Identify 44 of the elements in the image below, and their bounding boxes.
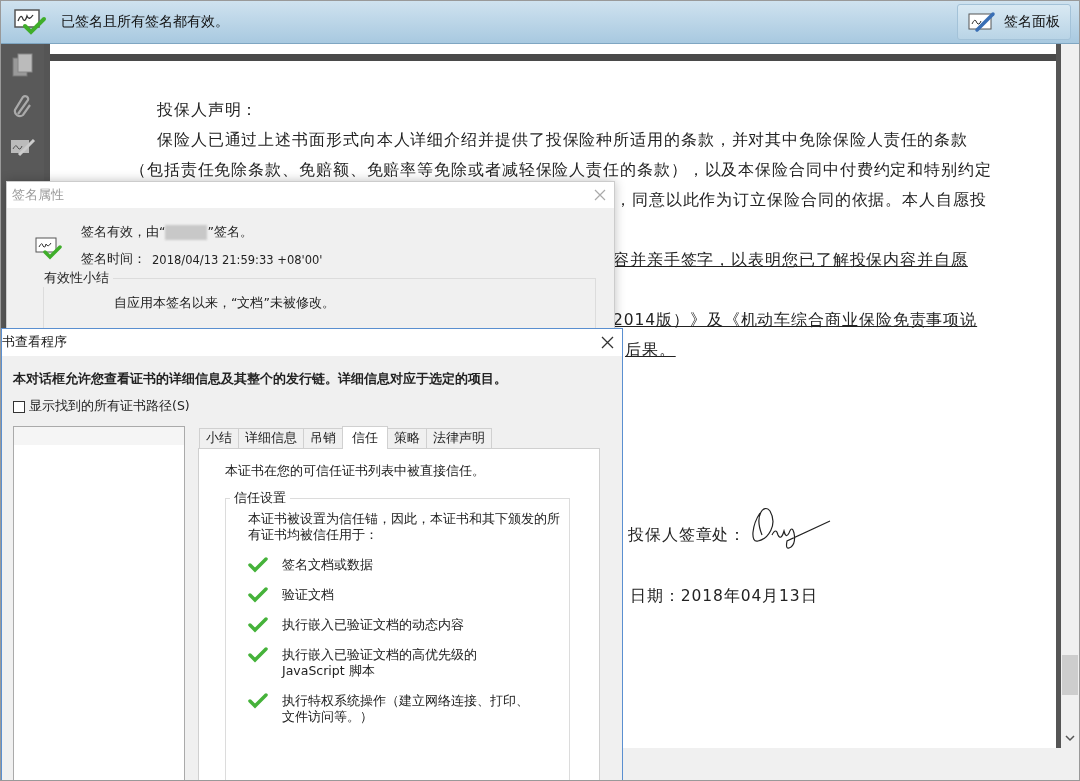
dialog-description: 本对话框允许您查看证书的详细信息及其整个的发行链。详细信息对应于选定的项目。 [13, 370, 508, 388]
permission-text: 执行嵌入已验证文档的高优先级的JavaScript 脚本 [282, 647, 478, 679]
permission-text: 执行特权系统操作（建立网络连接、打印、文件访问等。） [282, 693, 530, 725]
validity-summary: 自应用本签名以来，“文档”未被修改。 [114, 295, 335, 310]
pen-signature-icon [968, 11, 996, 33]
trust-statement: 本证书在您的可信任证书列表中被直接信任。 [225, 463, 486, 480]
tab[interactable]: 法律声明 [426, 428, 492, 448]
signature-check-icon [35, 236, 63, 262]
tab[interactable]: 小结 [199, 428, 239, 448]
signature-status-text: ”签名。 [207, 224, 253, 241]
checkbox[interactable] [13, 400, 25, 413]
document-text: 2014版）》及《机动车综合商业保险免责事项说 [613, 311, 978, 329]
blurred-name [165, 225, 208, 240]
pages-icon[interactable] [10, 52, 35, 78]
document-text: 后果。 [625, 341, 676, 359]
group-title: 有效性小结 [40, 270, 113, 287]
signature-status-text: 签名有效，由“ [81, 224, 166, 241]
dialog-title: 书查看程序 [2, 334, 67, 351]
chevron-down-icon[interactable] [1065, 735, 1075, 742]
tab[interactable]: 信任 [342, 426, 388, 449]
close-icon [601, 336, 614, 349]
document-text: 容并亲手签字，以表明您已了解投保内容并自愿 [613, 251, 968, 269]
signature-date: 日期：2018年04月13日 [630, 587, 818, 605]
signature-panel-button[interactable]: 签名面板 [957, 4, 1071, 40]
signature-pen-icon[interactable] [9, 136, 36, 158]
permission-text: 验证文档 [282, 587, 335, 603]
document-text: 投保人声明： [157, 101, 259, 119]
signing-time-label: 签名时间： [81, 251, 146, 268]
dialog-title: 签名属性 [12, 186, 64, 204]
group-title: 信任设置 [230, 490, 290, 507]
permission-text: 执行嵌入已验证文档的动态内容 [282, 617, 465, 633]
scrollbar-thumb[interactable] [1062, 655, 1078, 695]
trust-intro: 本证书被设置为信任锚，因此，本证书和其下颁发的所有证书均被信任用于： [248, 511, 561, 543]
close-icon [594, 189, 606, 201]
document-text: ，同意以此作为订立保险合同的依据。本人自愿投 [615, 191, 987, 209]
document-text: 保险人已通过上述书面形式向本人详细介绍并提供了投保险种所适用的条款，并对其中免除保险人责任的条款 [157, 131, 969, 149]
permission-text: 签名文档或数据 [282, 557, 374, 573]
status-message: 已签名且所有签名都有效。 [61, 13, 229, 31]
signature-check-icon [13, 7, 47, 37]
document-text: （包括责任免除条款、免赔额、免赔率等免除或者减轻保险人责任的条款），以及本保险合同中付费约定和特别约定 [130, 161, 992, 179]
paperclip-icon[interactable] [11, 94, 34, 120]
signing-time-value: 2018/04/13 21:59:33 +08'00' [152, 252, 323, 267]
checkbox-label[interactable]: 显示找到的所有证书路径(S) [29, 398, 190, 415]
signature-label: 投保人签章处： [628, 524, 747, 546]
